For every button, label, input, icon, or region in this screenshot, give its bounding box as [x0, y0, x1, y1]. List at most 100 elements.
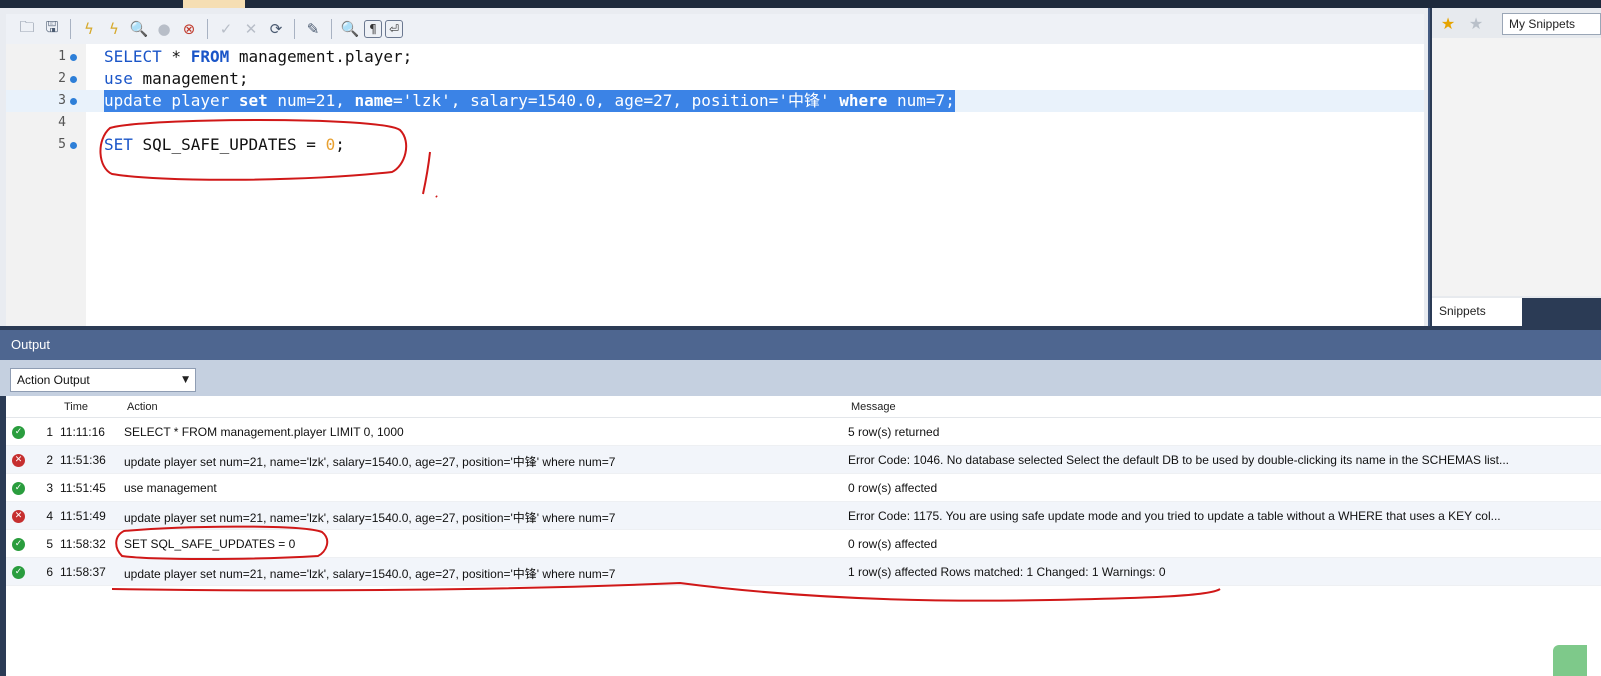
sql-text: management.player;	[229, 47, 413, 66]
code-text: SET SQL_SAFE_UPDATES = 0;	[104, 134, 345, 156]
remove-snippet-icon[interactable]: ★	[1466, 13, 1486, 33]
row-action: update player set num=21, name='lzk', sa…	[124, 455, 616, 469]
code-line-3[interactable]: 3 update player set num=21, name='lzk', …	[6, 90, 1424, 112]
row-message: 0 row(s) affected	[848, 537, 938, 551]
sql-text: management;	[132, 69, 249, 88]
row-index: 3	[46, 481, 53, 495]
code-editor[interactable]: 1 SELECT * FROM management.player; 2 use…	[6, 44, 1424, 326]
statement-marker-icon	[70, 76, 77, 83]
execute-icon[interactable]: ϟ	[78, 18, 100, 40]
code-line-1[interactable]: 1 SELECT * FROM management.player;	[6, 46, 1424, 68]
sql-text: ;	[335, 135, 345, 154]
row-message: 5 row(s) returned	[848, 425, 940, 439]
sql-keyword: name	[354, 91, 393, 110]
sql-number: 0	[325, 135, 336, 154]
row-index: 6	[46, 565, 53, 579]
code-line-2[interactable]: 2 use management;	[6, 68, 1424, 90]
sql-keyword: set	[238, 91, 268, 110]
toolbar-separator	[70, 19, 71, 39]
code-line-4[interactable]: 4	[6, 112, 1424, 134]
code-text: use management;	[104, 68, 249, 90]
sql-keyword: use	[104, 69, 133, 88]
table-row[interactable]: ✓ 5 11:58:32 SET SQL_SAFE_UPDATES = 0 0 row(…	[6, 530, 1601, 558]
line-number: 3	[58, 93, 66, 108]
commit-icon[interactable]: ✓	[215, 18, 237, 40]
row-time: 11:58:32	[60, 537, 106, 551]
line-number: 2	[58, 71, 66, 86]
explain-icon[interactable]: 🔍	[128, 18, 150, 40]
error-icon: ✕	[12, 510, 25, 523]
sql-keyword: where	[839, 91, 888, 110]
sql-text: ='lzk', salary=1540.0, age=27, position=…	[393, 91, 840, 110]
error-icon: ✕	[12, 454, 25, 467]
add-snippet-icon[interactable]: ★	[1438, 13, 1458, 33]
invisibles-icon[interactable]: ¶	[364, 20, 382, 38]
line-number: 1	[58, 49, 66, 64]
row-time: 11:11:16	[60, 425, 105, 439]
row-action: SELECT * FROM management.player LIMIT 0,…	[124, 425, 404, 439]
row-index: 5	[46, 537, 53, 551]
row-time: 11:51:45	[60, 481, 106, 495]
statement-marker-icon	[70, 142, 77, 149]
workbench-window: 🗀 🖫 ϟ ϟ 🔍 ● ⊗ ✓ ✕ ⟳ ✎ 🔍 ¶ ⏎ 1 SELECT * F…	[0, 0, 1601, 676]
editor-toolbar: 🗀 🖫 ϟ ϟ 🔍 ● ⊗ ✓ ✕ ⟳ ✎ 🔍 ¶ ⏎	[6, 14, 1424, 44]
toolbar-separator	[207, 19, 208, 39]
find-icon[interactable]: 🔍	[339, 18, 361, 40]
code-line-5[interactable]: 5 SET SQL_SAFE_UPDATES = 0;	[6, 134, 1424, 156]
save-icon[interactable]: 🖫	[41, 18, 63, 40]
row-action: SET SQL_SAFE_UPDATES = 0	[124, 537, 296, 551]
active-tab-edge[interactable]	[183, 0, 245, 8]
sql-keyword: SELECT	[104, 47, 162, 66]
statement-marker-icon	[70, 98, 77, 105]
table-row[interactable]: ✕ 2 11:51:36 update player set num=21, name…	[6, 446, 1601, 474]
output-type-select[interactable]: Action Output ▼	[10, 368, 196, 392]
selected-code-text: update player set num=21, name='lzk', sa…	[104, 90, 955, 112]
snippets-list[interactable]	[1432, 38, 1601, 296]
beautify-icon[interactable]: ✎	[302, 18, 324, 40]
output-toolbar: Action Output ▼	[0, 360, 1601, 396]
row-time: 11:51:49	[60, 509, 106, 523]
sql-keyword: FROM	[190, 47, 230, 66]
stop-icon[interactable]: ●	[153, 18, 175, 40]
row-time: 11:51:36	[60, 453, 106, 467]
sql-text: player	[161, 91, 239, 110]
rollback-icon[interactable]: ✕	[240, 18, 262, 40]
sql-text: *	[161, 47, 191, 66]
corner-widget-icon[interactable]	[1553, 645, 1587, 676]
statement-marker-icon	[70, 54, 77, 61]
success-icon: ✓	[12, 426, 25, 439]
tab-strip-filler	[1522, 298, 1601, 326]
row-action: update player set num=21, name='lzk', sa…	[124, 567, 616, 581]
line-number: 5	[58, 137, 66, 152]
code-text: SELECT * FROM management.player;	[104, 46, 412, 68]
line-number: 4	[58, 115, 66, 130]
column-header-time[interactable]: Time	[64, 401, 88, 413]
row-index: 1	[46, 425, 53, 439]
toggle-error-icon[interactable]: ⊗	[178, 18, 200, 40]
snippets-panel: ★ ★ My Snippets Snippets	[1432, 8, 1601, 326]
success-icon: ✓	[12, 482, 25, 495]
success-icon: ✓	[12, 566, 25, 579]
row-message: Error Code: 1046. No database selected S…	[848, 453, 1510, 467]
table-row[interactable]: ✓ 3 11:51:45 use management 0 row(s) affecte…	[6, 474, 1601, 502]
column-header-action[interactable]: Action	[127, 401, 158, 413]
column-header-message[interactable]: Message	[851, 401, 896, 413]
sql-keyword: SET	[104, 135, 133, 154]
wrap-icon[interactable]: ⏎	[385, 20, 403, 38]
open-file-icon[interactable]: 🗀	[16, 18, 38, 40]
autocommit-icon[interactable]: ⟳	[265, 18, 287, 40]
action-output-table: Time Action Message ✓ 1 11:11:16 SELECT * F…	[6, 396, 1601, 676]
snippets-category-select[interactable]: My Snippets	[1502, 13, 1601, 35]
sql-text: SQL_SAFE_UPDATES =	[132, 135, 326, 154]
table-row[interactable]: ✓ 1 11:11:16 SELECT * FROM management.playe…	[6, 418, 1601, 446]
sql-editor-panel: 🗀 🖫 ϟ ϟ 🔍 ● ⊗ ✓ ✕ ⟳ ✎ 🔍 ¶ ⏎ 1 SELECT * F…	[0, 8, 1430, 326]
table-row[interactable]: ✓ 6 11:58:37 update player set num=21, name…	[6, 558, 1601, 586]
success-icon: ✓	[12, 538, 25, 551]
execute-current-icon[interactable]: ϟ	[103, 18, 125, 40]
sql-text: num=21,	[267, 91, 355, 110]
row-message: Error Code: 1175. You are using safe upd…	[848, 509, 1501, 523]
row-message: 0 row(s) affected	[848, 481, 938, 495]
output-type-value: Action Output	[17, 373, 90, 387]
table-row[interactable]: ✕ 4 11:51:49 update player set num=21, name…	[6, 502, 1601, 530]
tab-snippets[interactable]: Snippets	[1432, 298, 1522, 326]
